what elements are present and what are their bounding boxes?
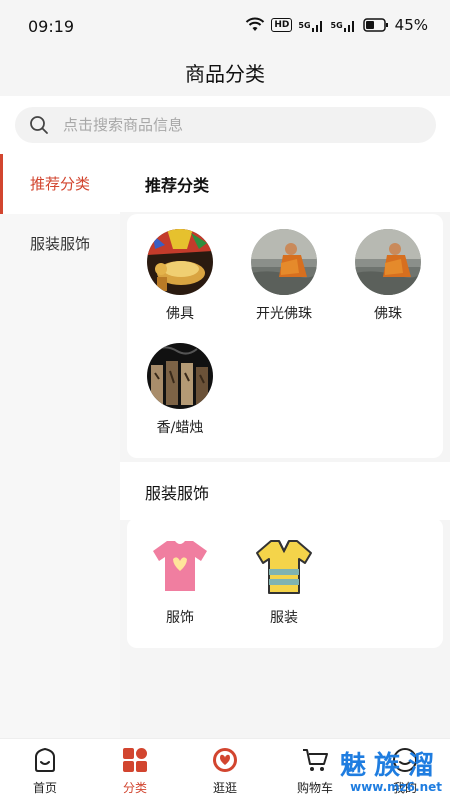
category-grid-icon <box>100 745 170 775</box>
clothing-card: 服饰 服装 <box>127 518 443 648</box>
status-icons: HD 5G 5G 45% <box>245 16 428 34</box>
recommended-card: 佛具 开光佛珠 佛珠 香/蜡烛 <box>127 214 443 458</box>
hd-icon: HD <box>271 18 293 32</box>
category-content: 推荐分类 佛具 开光佛珠 佛珠 香/蜡烛 服装服饰 服饰 服装 <box>120 154 450 738</box>
battery-percent: 45% <box>394 16 428 34</box>
tab-label: 分类 <box>122 781 147 795</box>
section-title: 推荐分类 <box>145 176 210 195</box>
status-time: 09:19 <box>28 17 75 36</box>
category-sidebar: 推荐分类 服装服饰 <box>0 154 120 738</box>
sidebar-item-label: 服装服饰 <box>29 235 90 253</box>
section-title: 服装服饰 <box>145 484 210 503</box>
category-item-label: 开光佛珠 <box>256 306 312 322</box>
category-item-label: 香/蜡烛 <box>156 420 204 436</box>
signal-icon-2: 5G <box>331 18 357 32</box>
category-item-label: 服饰 <box>166 610 194 626</box>
hd-label: HD <box>271 18 293 32</box>
category-item-label: 服装 <box>270 610 298 626</box>
status-bar: 09:19 HD 5G 5G 45% <box>0 0 450 52</box>
heart-chat-icon <box>190 745 260 775</box>
category-item-clothes[interactable]: 服装 <box>234 533 334 627</box>
monk-image <box>251 229 317 295</box>
category-item-prayer-beads[interactable]: 佛珠 <box>338 229 438 323</box>
tab-home[interactable]: 首页 <box>10 745 80 796</box>
header: 商品分类 <box>0 52 450 96</box>
signal-a-label: 5G <box>298 20 311 30</box>
watermark: 魅族溜 www.mz6.net <box>340 745 442 794</box>
sidebar-item-clothing[interactable]: 服装服饰 <box>0 214 120 274</box>
tab-label: 逛逛 <box>212 781 237 795</box>
buddhist-tools-image <box>147 229 213 295</box>
category-item-label: 佛珠 <box>374 306 402 322</box>
sidebar-item-label: 推荐分类 <box>29 175 90 193</box>
category-item-apparel[interactable]: 服饰 <box>130 533 230 627</box>
category-item-buddhist-tools[interactable]: 佛具 <box>130 229 230 323</box>
battery-icon <box>362 18 389 32</box>
category-item-label: 佛具 <box>166 306 194 322</box>
tab-browse[interactable]: 逛逛 <box>190 745 260 796</box>
pink-tshirt-icon <box>147 533 213 599</box>
incense-image <box>147 343 213 409</box>
category-item-incense[interactable]: 香/蜡烛 <box>130 343 230 437</box>
sidebar-item-recommended[interactable]: 推荐分类 <box>0 154 120 214</box>
wifi-icon <box>245 17 265 33</box>
signal-b-label: 5G <box>330 20 343 30</box>
section-header-clothing: 服装服饰 <box>120 462 450 520</box>
section-header-recommended: 推荐分类 <box>120 154 450 212</box>
search-bar <box>0 96 450 154</box>
search-icon <box>29 115 49 139</box>
striped-shirt-icon <box>251 533 317 599</box>
signal-icon: 5G <box>298 18 324 32</box>
bottom-tab-bar: 首页 分类 逛逛 购物车 我的 魅族溜 www.mz6.net <box>0 738 450 800</box>
tab-category[interactable]: 分类 <box>100 745 170 796</box>
tab-label: 首页 <box>32 781 57 795</box>
watermark-url: www.mz6.net <box>350 780 442 794</box>
search-input[interactable] <box>63 107 423 143</box>
monk-image <box>355 229 421 295</box>
category-item-blessed-beads[interactable]: 开光佛珠 <box>234 229 334 323</box>
search-box[interactable] <box>15 107 436 143</box>
home-icon <box>10 745 80 775</box>
watermark-title: 魅族溜 <box>339 751 442 781</box>
page-title: 商品分类 <box>185 62 265 86</box>
